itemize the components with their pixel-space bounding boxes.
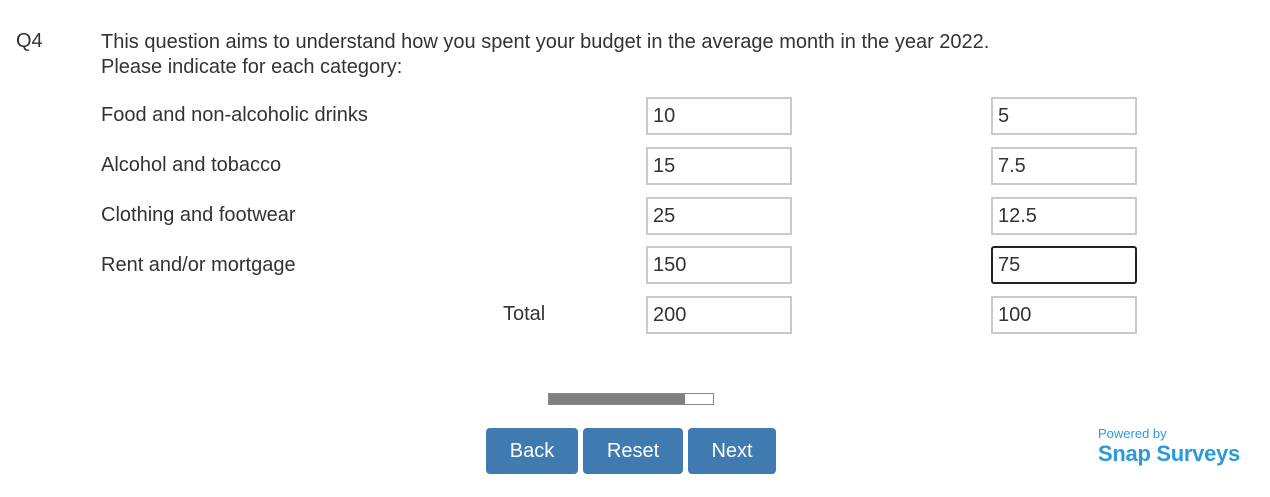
- alcohol-percent-input[interactable]: [991, 147, 1137, 185]
- row-label-food: Food and non-alcoholic drinks: [101, 104, 368, 126]
- question-number: Q4: [16, 30, 43, 52]
- food-amount-input[interactable]: [646, 97, 792, 135]
- total-label: Total: [503, 303, 546, 325]
- row-label-clothing: Clothing and footwear: [101, 204, 296, 226]
- total-percent-input[interactable]: [991, 296, 1137, 334]
- rent-percent-input[interactable]: [991, 246, 1137, 284]
- clothing-percent-input[interactable]: [991, 197, 1137, 235]
- alcohol-amount-input[interactable]: [646, 147, 792, 185]
- progress-bar-fill: [549, 394, 686, 404]
- back-button[interactable]: Back: [486, 428, 578, 474]
- survey-page: Q4 This question aims to understand how …: [0, 0, 1270, 497]
- row-label-rent: Rent and/or mortgage: [101, 254, 296, 276]
- total-amount-input[interactable]: [646, 296, 792, 334]
- question-text-line1: This question aims to understand how you…: [101, 31, 990, 53]
- snap-surveys-logo[interactable]: Powered by Snap Surveys: [1098, 426, 1240, 467]
- question-text-line2: Please indicate for each category:: [101, 56, 403, 78]
- food-percent-input[interactable]: [991, 97, 1137, 135]
- powered-by-text: Powered by: [1098, 426, 1167, 441]
- progress-bar: [548, 393, 714, 405]
- next-button[interactable]: Next: [688, 428, 776, 474]
- row-label-alcohol: Alcohol and tobacco: [101, 154, 282, 176]
- question-text: This question aims to understand how you…: [101, 30, 989, 80]
- rent-amount-input[interactable]: [646, 246, 792, 284]
- clothing-amount-input[interactable]: [646, 197, 792, 235]
- reset-button[interactable]: Reset: [583, 428, 683, 474]
- snap-surveys-name: Snap Surveys: [1098, 441, 1240, 466]
